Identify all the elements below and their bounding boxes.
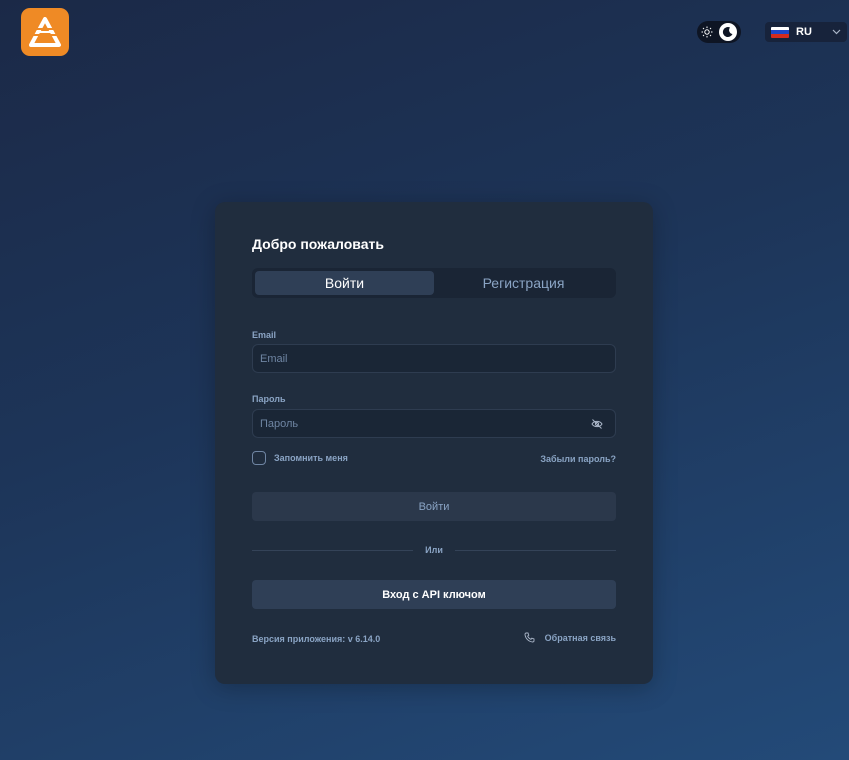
page-title: Добро пожаловать	[252, 236, 384, 252]
divider-line-right	[454, 549, 616, 551]
login-card: Добро пожаловать Войти Регистрация Email…	[215, 202, 653, 684]
eye-off-icon[interactable]	[589, 416, 605, 432]
divider-text: Или	[425, 545, 443, 555]
login-button[interactable]: Войти	[252, 492, 616, 521]
logo[interactable]	[21, 8, 69, 56]
password-label: Пароль	[252, 394, 286, 404]
russia-flag-icon	[771, 26, 789, 38]
language-code: RU	[796, 26, 812, 38]
logo-icon	[29, 17, 61, 47]
email-field[interactable]	[253, 352, 615, 365]
password-field[interactable]	[253, 417, 589, 430]
sun-icon	[701, 26, 713, 38]
feedback-link[interactable]: Обратная связь	[524, 632, 616, 643]
api-key-login-button[interactable]: Вход с API ключом	[252, 580, 616, 609]
divider: Или	[252, 545, 616, 555]
divider-line-left	[252, 549, 414, 551]
app-version: Версия приложения: v 6.14.0	[252, 634, 381, 644]
email-label: Email	[252, 330, 277, 340]
remember-me-label: Запомнить меня	[274, 453, 348, 463]
theme-toggle[interactable]	[697, 21, 741, 43]
moon-icon	[722, 27, 733, 38]
email-field-wrapper	[252, 344, 616, 373]
feedback-label: Обратная связь	[544, 632, 616, 643]
language-selector[interactable]: RU	[765, 22, 847, 42]
remember-me-checkbox[interactable]	[252, 451, 266, 465]
chevron-down-icon	[832, 29, 841, 35]
remember-me[interactable]: Запомнить меня	[252, 451, 348, 465]
password-field-wrapper	[252, 409, 616, 438]
auth-tabs: Войти Регистрация	[252, 268, 616, 298]
phone-icon	[524, 632, 535, 643]
forgot-password-link[interactable]: Забыли пароль?	[540, 454, 616, 464]
theme-toggle-knob	[719, 23, 737, 41]
tab-login[interactable]: Войти	[255, 271, 434, 295]
tab-register[interactable]: Регистрация	[434, 271, 613, 295]
